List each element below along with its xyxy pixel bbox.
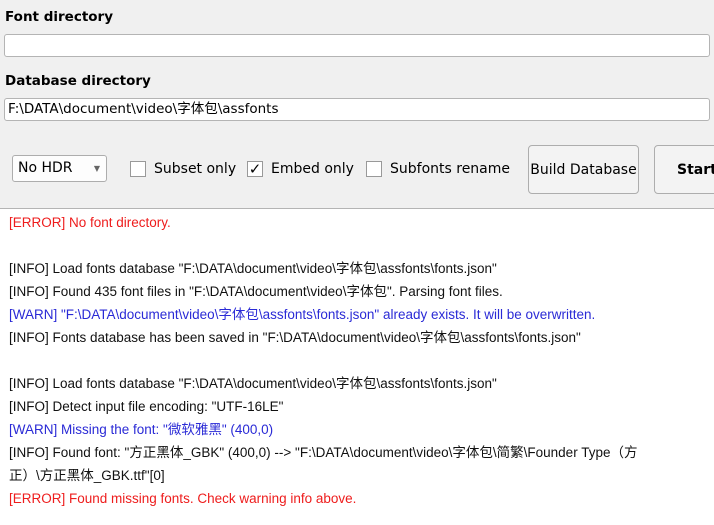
log-output[interactable]: [ERROR] No font directory. [INFO] Load fo…	[0, 208, 714, 525]
database-directory-input[interactable]: F:\DATA\document\video\字体包\assfonts	[4, 98, 710, 121]
log-line: [INFO] Detect input file encoding: "UTF-…	[9, 399, 284, 414]
checkbox-box	[130, 161, 146, 177]
log-line: 正）\方正黑体_GBK.ttf"[0]	[9, 468, 165, 483]
chevron-down-icon: ▼	[93, 164, 100, 173]
subset-only-checkbox[interactable]: Subset only	[130, 160, 236, 178]
log-line: [INFO] Found font: "方正黑体_GBK" (400,0) --…	[9, 445, 638, 460]
log-line: [INFO] Load fonts database "F:\DATA\docu…	[9, 261, 497, 276]
log-line: [ERROR] No font directory.	[9, 215, 171, 230]
subfonts-rename-checkbox[interactable]: Subfonts rename	[366, 160, 510, 178]
log-line: [ERROR] Found missing fonts. Check warni…	[9, 491, 357, 506]
checkbox-label: Subset only	[154, 161, 237, 177]
build-database-button[interactable]: Build Database	[528, 145, 639, 194]
log-line: [INFO] Found 435 font files in "F:\DATA\…	[9, 284, 503, 299]
checkbox-box	[366, 161, 382, 177]
log-line: [INFO] Load fonts database "F:\DATA\docu…	[9, 376, 497, 391]
font-directory-label: Font directory	[5, 9, 114, 25]
embed-only-checkbox[interactable]: ✓ Embed only	[247, 160, 354, 178]
hdr-selected: No HDR	[18, 160, 73, 176]
check-icon: ✓	[247, 160, 263, 178]
log-line: [WARN] "F:\DATA\document\video\字体包\assfo…	[9, 307, 596, 322]
log-line: [INFO] Fonts database has been saved in …	[9, 330, 581, 345]
checkbox-label: Subfonts rename	[390, 161, 511, 177]
font-directory-input[interactable]	[4, 34, 710, 57]
start-button[interactable]: Start	[654, 145, 714, 194]
log-line: [WARN] Missing the font: "微软雅黑" (400,0)	[9, 422, 274, 437]
hdr-select[interactable]: No HDR ▼	[12, 155, 107, 182]
database-directory-label: Database directory	[5, 73, 151, 89]
checkbox-label: Embed only	[271, 161, 354, 177]
